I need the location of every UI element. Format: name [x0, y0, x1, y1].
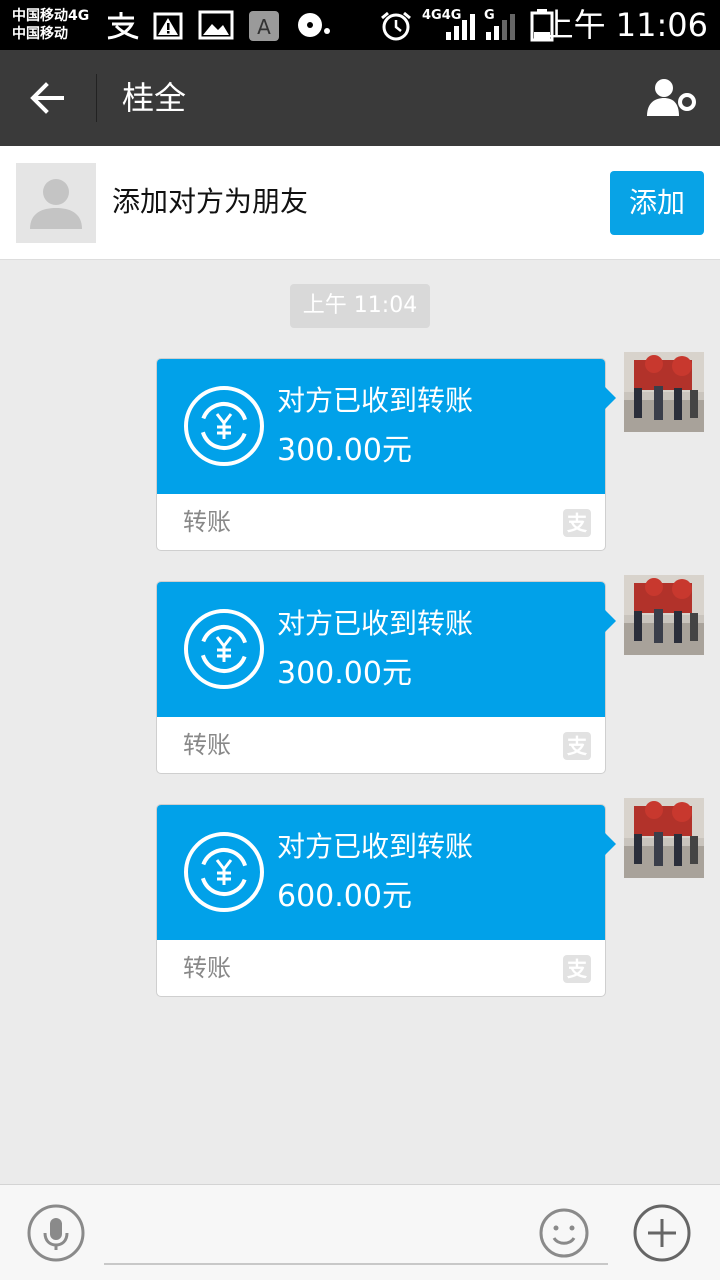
image-icon — [198, 10, 234, 40]
arrow-left-icon — [30, 82, 64, 114]
nav-bar: 桂全 — [0, 50, 720, 146]
transfer-card[interactable]: 对方已收到转账 300.00元 转账 支 — [156, 358, 606, 551]
avatar-photo — [624, 575, 704, 655]
yuan-transfer-icon — [184, 609, 264, 689]
carrier-1: 中国移动4G — [12, 8, 90, 24]
transfer-status: 对方已收到转账 — [277, 384, 474, 417]
nav-divider — [96, 74, 97, 122]
voice-input-button[interactable] — [26, 1203, 86, 1263]
avatar-photo — [624, 352, 704, 432]
disc-icon — [298, 13, 330, 37]
person-settings-icon — [647, 79, 696, 116]
transfer-amount: 300.00元 — [277, 656, 412, 691]
add-friend-button[interactable]: 添加 — [610, 171, 704, 235]
transfer-label: 转账 — [183, 731, 231, 759]
bubble-tail — [604, 609, 616, 633]
sender-avatar[interactable] — [624, 352, 704, 432]
transfer-status: 对方已收到转账 — [277, 830, 474, 863]
avatar-photo — [624, 798, 704, 878]
signal-strength-icon — [446, 14, 475, 40]
warning-icon — [153, 12, 183, 40]
transfer-amount: 300.00元 — [277, 433, 412, 468]
alipay-icon: 支 — [563, 732, 591, 760]
font-a-icon: A — [249, 11, 279, 41]
more-options-button[interactable] — [632, 1203, 692, 1263]
alipay-icon: 支 — [563, 955, 591, 983]
carrier-2: 中国移动 — [12, 26, 68, 42]
alipay-notification-icon — [107, 12, 139, 40]
emoji-button[interactable] — [538, 1207, 590, 1259]
transfer-card-header: 对方已收到转账 300.00元 — [157, 582, 605, 717]
alarm-icon — [381, 11, 411, 41]
transfer-status: 对方已收到转账 — [277, 607, 474, 640]
message-timestamp: 上午 11:04 — [290, 284, 430, 328]
bubble-tail — [604, 386, 616, 410]
sender-avatar[interactable] — [624, 798, 704, 878]
alipay-icon: 支 — [563, 509, 591, 537]
transfer-card[interactable]: 对方已收到转账 600.00元 转账 支 — [156, 804, 606, 997]
yuan-transfer-icon — [184, 386, 264, 466]
svg-text:A: A — [257, 15, 271, 39]
transfer-card-header: 对方已收到转账 300.00元 — [157, 359, 605, 494]
carrier-info: 中国移动4G 中国移动 — [12, 7, 89, 43]
chat-input-bar — [0, 1184, 720, 1280]
add-friend-prompt: 添加对方为朋友 — [112, 185, 309, 218]
microphone-icon — [27, 1204, 85, 1262]
add-friend-banner: 添加对方为朋友 添加 — [0, 146, 720, 260]
network-type-1: 4G — [422, 8, 442, 23]
message-input[interactable] — [104, 1203, 608, 1265]
status-time: 上午 11:06 — [541, 6, 708, 44]
chat-title: 桂全 — [122, 79, 187, 117]
transfer-card-header: 对方已收到转账 600.00元 — [157, 805, 605, 940]
transfer-message: 对方已收到转账 600.00元 转账 支 — [0, 798, 720, 1004]
yuan-transfer-icon — [184, 832, 264, 912]
bubble-tail — [604, 832, 616, 856]
transfer-message: 对方已收到转账 300.00元 转账 支 — [0, 352, 720, 558]
person-silhouette-icon — [16, 163, 96, 243]
chat-info-button[interactable] — [644, 74, 698, 122]
back-button[interactable] — [22, 74, 74, 122]
status-bar: 中国移动4G 中国移动 A 4G4G G 上午 11:06 — [0, 0, 720, 50]
transfer-card[interactable]: 对方已收到转账 300.00元 转账 支 — [156, 581, 606, 774]
sender-avatar[interactable] — [624, 575, 704, 655]
transfer-message: 对方已收到转账 300.00元 转账 支 — [0, 575, 720, 781]
signal-strength-2-icon — [486, 14, 515, 40]
plus-icon — [633, 1204, 691, 1262]
transfer-label: 转账 — [183, 508, 231, 536]
transfer-label: 转账 — [183, 954, 231, 982]
default-avatar — [16, 163, 96, 243]
transfer-amount: 600.00元 — [277, 879, 412, 914]
smiley-icon — [539, 1208, 589, 1258]
